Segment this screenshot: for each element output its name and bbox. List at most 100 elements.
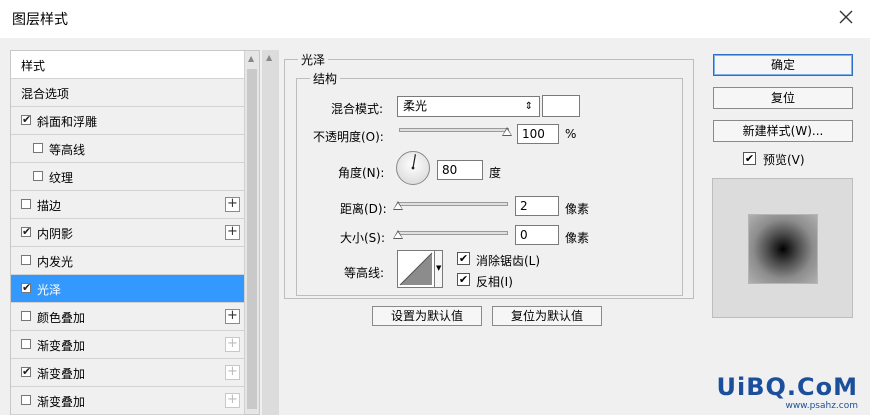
checkmark-icon: ✔ <box>458 273 469 286</box>
add-effect-plus-icon[interactable]: + <box>225 365 240 380</box>
blend-mode-value: 柔光 <box>403 99 428 113</box>
size-unit: 像素 <box>565 231 590 245</box>
opacity-input[interactable]: 100 <box>517 124 559 144</box>
set-default-button[interactable]: 设置为默认值 <box>372 306 482 326</box>
style-list-item-label: 描边 <box>37 199 62 213</box>
preview-checkbox[interactable]: ✔ <box>743 152 756 165</box>
angle-label: 角度(N): <box>338 166 385 180</box>
style-list-item[interactable]: 样式 <box>11 51 244 79</box>
contour-label: 等高线: <box>344 266 385 280</box>
close-icon[interactable] <box>836 7 856 27</box>
checkmark-icon: ✔ <box>22 281 32 294</box>
style-list-item[interactable]: ✔ 渐变叠加 + <box>11 359 244 387</box>
checkmark-icon: ✔ <box>458 252 469 265</box>
checkmark-icon: ✔ <box>744 152 755 165</box>
angle-dial[interactable] <box>395 150 431 186</box>
angle-unit: 度 <box>489 166 502 180</box>
style-list-item-label: 渐变叠加 <box>37 367 86 381</box>
opacity-slider[interactable] <box>399 128 509 132</box>
distance-input[interactable]: 2 <box>515 196 559 216</box>
preview-label: 预览(V) <box>763 153 805 167</box>
style-enable-checkbox[interactable] <box>21 395 31 405</box>
invert-checkbox[interactable]: ✔ <box>457 273 470 286</box>
style-list-item[interactable]: ✔ 内阴影 + <box>11 219 244 247</box>
distance-unit: 像素 <box>565 202 590 216</box>
window-title: 图层样式 <box>12 12 68 28</box>
style-list-item[interactable]: 渐变叠加 + <box>11 331 244 359</box>
style-enable-checkbox[interactable] <box>21 255 31 265</box>
panel-scrollbar[interactable]: ▲ <box>262 50 279 415</box>
preview-panel <box>712 178 853 318</box>
reset-default-button[interactable]: 复位为默认值 <box>492 306 602 326</box>
scroll-up-icon[interactable]: ▲ <box>266 53 272 62</box>
checkmark-icon: ✔ <box>22 365 32 378</box>
style-enable-checkbox[interactable] <box>21 339 31 349</box>
style-list-item[interactable]: 描边 + <box>11 191 244 219</box>
invert-label: 反相(I) <box>476 275 513 289</box>
style-list: 样式 混合选项 ✔ 斜面和浮雕 等高线 纹理 描边 + ✔ 内阴影 + 内发光 ✔ 光泽 颜色叠加 + 渐变叠加… <box>10 50 260 415</box>
distance-slider[interactable] <box>398 202 508 206</box>
blend-mode-select[interactable]: 柔光 ⇕ <box>397 96 540 117</box>
style-list-item-label: 光泽 <box>37 283 62 297</box>
size-slider-handle[interactable] <box>393 230 403 239</box>
watermark-logo: UiBQ.CoM <box>716 373 858 401</box>
satin-group-title: 光泽 <box>298 51 329 68</box>
style-list-item-label: 内发光 <box>37 255 74 269</box>
add-effect-plus-icon[interactable]: + <box>225 337 240 352</box>
anti-alias-checkbox[interactable]: ✔ <box>457 252 470 265</box>
style-list-item-label: 渐变叠加 <box>37 395 86 409</box>
style-list-item-label: 样式 <box>21 59 46 73</box>
checkmark-icon: ✔ <box>22 225 32 238</box>
style-list-item[interactable]: 混合选项 <box>11 79 244 107</box>
style-list-item-label: 颜色叠加 <box>37 311 86 325</box>
style-list-item-label: 混合选项 <box>21 87 70 101</box>
style-list-item[interactable]: 颜色叠加 + <box>11 303 244 331</box>
scroll-up-icon[interactable]: ▲ <box>248 54 254 63</box>
style-list-item[interactable]: ✔ 斜面和浮雕 <box>11 107 244 135</box>
style-list-item-label: 渐变叠加 <box>37 339 86 353</box>
style-list-item[interactable]: ✔ 光泽 <box>11 275 244 303</box>
new-style-button[interactable]: 新建样式(W)... <box>713 120 853 142</box>
style-list-item[interactable]: 等高线 <box>11 135 244 163</box>
opacity-label: 不透明度(O): <box>313 130 384 144</box>
style-enable-checkbox[interactable]: ✔ <box>21 365 32 378</box>
structure-group-title: 结构 <box>310 70 341 87</box>
ok-button[interactable]: 确定 <box>713 54 853 76</box>
style-list-scrollbar[interactable]: ▲ <box>244 51 259 414</box>
style-enable-checkbox[interactable]: ✔ <box>21 281 32 294</box>
title-bar: 图层样式 <box>0 0 870 38</box>
satin-color-swatch[interactable] <box>542 95 580 117</box>
style-list-item[interactable]: 纹理 <box>11 163 244 191</box>
style-enable-checkbox[interactable]: ✔ <box>21 225 32 238</box>
distance-label: 距离(D): <box>340 202 387 216</box>
distance-slider-handle[interactable] <box>393 201 403 210</box>
angle-input[interactable]: 80 <box>437 160 483 180</box>
dropdown-arrow-icon: ▼ <box>436 264 442 272</box>
size-label: 大小(S): <box>340 231 386 245</box>
contour-picker[interactable] <box>397 250 435 288</box>
add-effect-plus-icon[interactable]: + <box>225 197 240 212</box>
reset-button[interactable]: 复位 <box>713 87 853 109</box>
style-list-item-label: 纹理 <box>49 171 74 185</box>
contour-dropdown[interactable]: ▼ <box>435 250 443 288</box>
style-enable-checkbox[interactable] <box>33 171 43 181</box>
add-effect-plus-icon[interactable]: + <box>225 393 240 408</box>
style-list-item-label: 内阴影 <box>37 227 74 241</box>
add-effect-plus-icon[interactable]: + <box>225 225 240 240</box>
style-list-item[interactable]: 渐变叠加 + <box>11 387 244 415</box>
preview-thumbnail <box>749 215 817 283</box>
opacity-slider-handle[interactable] <box>502 127 512 136</box>
scrollbar-thumb[interactable] <box>247 69 257 409</box>
style-enable-checkbox[interactable]: ✔ <box>21 114 31 125</box>
anti-alias-label: 消除锯齿(L) <box>476 254 541 268</box>
style-list-item[interactable]: 内发光 <box>11 247 244 275</box>
style-enable-checkbox[interactable] <box>33 143 43 153</box>
add-effect-plus-icon[interactable]: + <box>225 309 240 324</box>
updown-caret-icon: ⇕ <box>524 101 533 112</box>
opacity-unit: % <box>565 127 577 141</box>
style-enable-checkbox[interactable] <box>21 199 31 209</box>
size-input[interactable]: 0 <box>515 225 559 245</box>
size-slider[interactable] <box>398 231 508 235</box>
style-enable-checkbox[interactable] <box>21 311 31 321</box>
watermark: UiBQ.CoM www.psahz.com <box>716 373 858 411</box>
